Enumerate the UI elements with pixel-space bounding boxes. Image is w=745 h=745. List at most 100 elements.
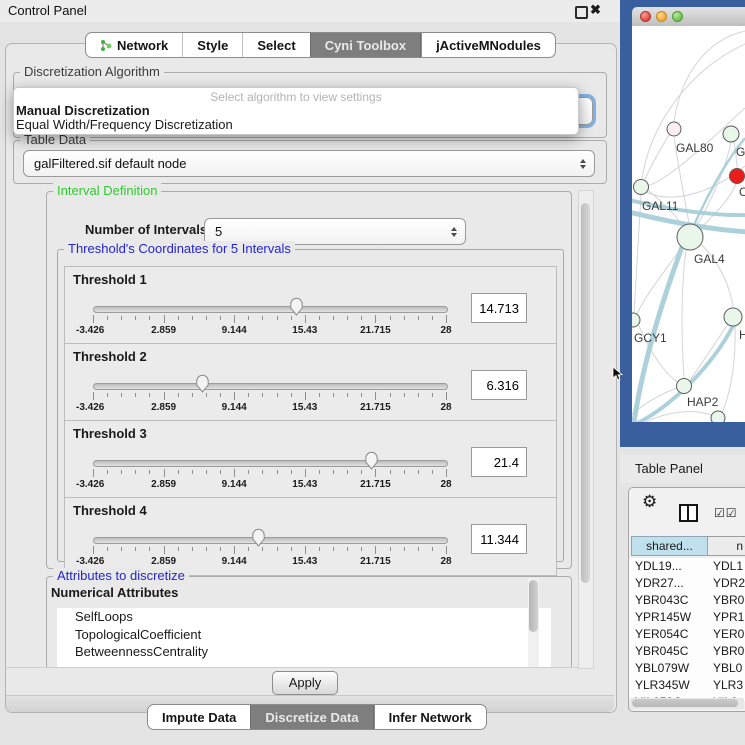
tick-mark — [206, 316, 207, 320]
tick-mark — [248, 547, 249, 551]
tick-mark — [418, 316, 419, 320]
tab-network[interactable]: Network — [86, 33, 182, 57]
table-panel-titlebar: Table Panel — [620, 455, 745, 483]
tab-style[interactable]: Style — [182, 33, 242, 57]
tab-label: Impute Data — [162, 710, 236, 725]
tab-impute-data[interactable]: Impute Data — [148, 705, 250, 729]
minimize-traffic-light[interactable] — [656, 11, 667, 22]
table-data-select[interactable]: galFiltered.sif default node — [23, 150, 595, 177]
tick-mark — [220, 316, 221, 320]
tick-mark — [135, 470, 136, 474]
attribute-item[interactable]: BetweennessCentrality — [57, 643, 551, 661]
zoom-traffic-light[interactable] — [672, 11, 683, 22]
threshold-slider-thumb[interactable] — [289, 297, 304, 316]
close-icon[interactable]: ✖ — [590, 2, 601, 18]
tick-mark — [347, 547, 348, 551]
threshold-slider-track[interactable] — [93, 306, 448, 313]
tick-label: 28 — [440, 325, 451, 336]
float-window-icon[interactable] — [575, 6, 588, 19]
column-header-name[interactable]: n — [708, 536, 745, 556]
threshold-slider-thumb[interactable] — [364, 451, 379, 470]
threshold-slider-thumb[interactable] — [195, 374, 210, 393]
tick-mark — [390, 547, 391, 551]
table-row[interactable]: YBL079WYBL0 — [629, 660, 745, 677]
table-row[interactable]: YPR145WYPR1 — [629, 609, 745, 626]
tick-mark — [432, 547, 433, 551]
table-row[interactable]: YDL19...YDL1 — [629, 558, 745, 575]
tab-infer-network[interactable]: Infer Network — [374, 705, 486, 729]
network-node[interactable] — [677, 379, 692, 394]
tick-label: 21.715 — [360, 556, 391, 567]
network-node[interactable] — [667, 122, 681, 136]
tick-label: 28 — [440, 402, 451, 413]
tick-mark — [347, 316, 348, 320]
network-node[interactable] — [634, 180, 649, 195]
tab-select[interactable]: Select — [242, 33, 309, 57]
network-node[interactable] — [632, 313, 640, 327]
gear-icon[interactable]: ⚙ — [642, 492, 657, 512]
threshold-slider-track[interactable] — [93, 383, 448, 390]
tick-mark — [149, 470, 150, 474]
table-row[interactable]: YBR043CYBR0 — [629, 592, 745, 609]
tick-mark — [291, 393, 292, 397]
tick-mark — [135, 393, 136, 397]
tick-mark — [93, 469, 94, 477]
network-node[interactable] — [677, 224, 703, 250]
table-horizontal-scrollbar[interactable] — [630, 698, 744, 709]
network-node[interactable] — [723, 126, 739, 142]
network-window-titlebar[interactable] — [632, 7, 745, 27]
tick-mark — [234, 546, 235, 554]
cell-shared-name: YER054C — [635, 626, 688, 643]
panel-scrollbar[interactable] — [578, 190, 594, 669]
tick-mark — [262, 470, 263, 474]
network-nodes — [632, 122, 745, 422]
threshold-value-input[interactable] — [471, 293, 527, 323]
tick-mark — [305, 469, 306, 477]
tick-mark — [164, 392, 165, 400]
table-row[interactable]: YLR345WYLR3 — [629, 677, 745, 694]
slider-ticks — [93, 315, 446, 324]
number-of-intervals-label: Number of Intervals — [85, 222, 207, 237]
tick-mark — [93, 392, 94, 400]
tick-label: 9.144 — [222, 325, 247, 336]
dropdown-option-manual[interactable]: Manual Discretization — [16, 103, 150, 118]
tick-mark — [192, 316, 193, 320]
attribute-item[interactable]: SelfLoops — [57, 608, 551, 626]
cell-name: YBL0 — [713, 660, 742, 677]
control-panel-tabs: Network Style Select Cyni Toolbox jActiv… — [85, 32, 556, 58]
tick-mark — [206, 547, 207, 551]
tick-mark — [234, 315, 235, 323]
tab-discretize-data[interactable]: Discretize Data — [250, 705, 373, 729]
apply-button[interactable]: Apply — [272, 671, 338, 695]
column-header-shared-name[interactable]: shared... — [631, 536, 708, 556]
column-layout-icon[interactable] — [679, 504, 698, 522]
network-node[interactable] — [724, 308, 742, 326]
threshold-slider-thumb[interactable] — [251, 528, 266, 547]
threshold-slider-track[interactable] — [93, 537, 448, 544]
list-scrollbar[interactable] — [528, 578, 539, 668]
tick-mark — [404, 393, 405, 397]
attribute-item[interactable]: TopologicalCoefficient — [57, 626, 551, 644]
close-traffic-light[interactable] — [640, 11, 651, 22]
tab-jactivemnodules[interactable]: jActiveMNodules — [421, 33, 555, 57]
tick-mark — [206, 393, 207, 397]
checkbox-icons[interactable]: ☑☑ — [714, 506, 738, 520]
tick-mark — [93, 546, 94, 554]
table-row[interactable]: YBR045CYBR0 — [629, 643, 745, 660]
tick-mark — [277, 393, 278, 397]
table-row[interactable]: YER054CYER0 — [629, 626, 745, 643]
tick-label: 2.859 — [151, 479, 176, 490]
tick-mark — [390, 316, 391, 320]
dropdown-option-equal-width[interactable]: Equal Width/Frequency Discretization — [16, 117, 233, 132]
tick-mark — [149, 393, 150, 397]
network-node[interactable] — [711, 411, 725, 422]
threshold-value-input[interactable] — [471, 447, 527, 477]
table-row[interactable]: YDR27...YDR2 — [629, 575, 745, 592]
network-node[interactable] — [730, 169, 745, 184]
slider-tick-labels: -3.4262.8599.14415.4321.71528 — [93, 479, 446, 491]
tab-cyni-toolbox[interactable]: Cyni Toolbox — [310, 33, 421, 57]
network-canvas[interactable]: GAL80GACGAL11GAL4GCY1HHAP2 — [632, 26, 745, 422]
threshold-value-input[interactable] — [471, 370, 527, 400]
threshold-value-input[interactable] — [471, 524, 527, 554]
threshold-slider-track[interactable] — [93, 460, 448, 467]
